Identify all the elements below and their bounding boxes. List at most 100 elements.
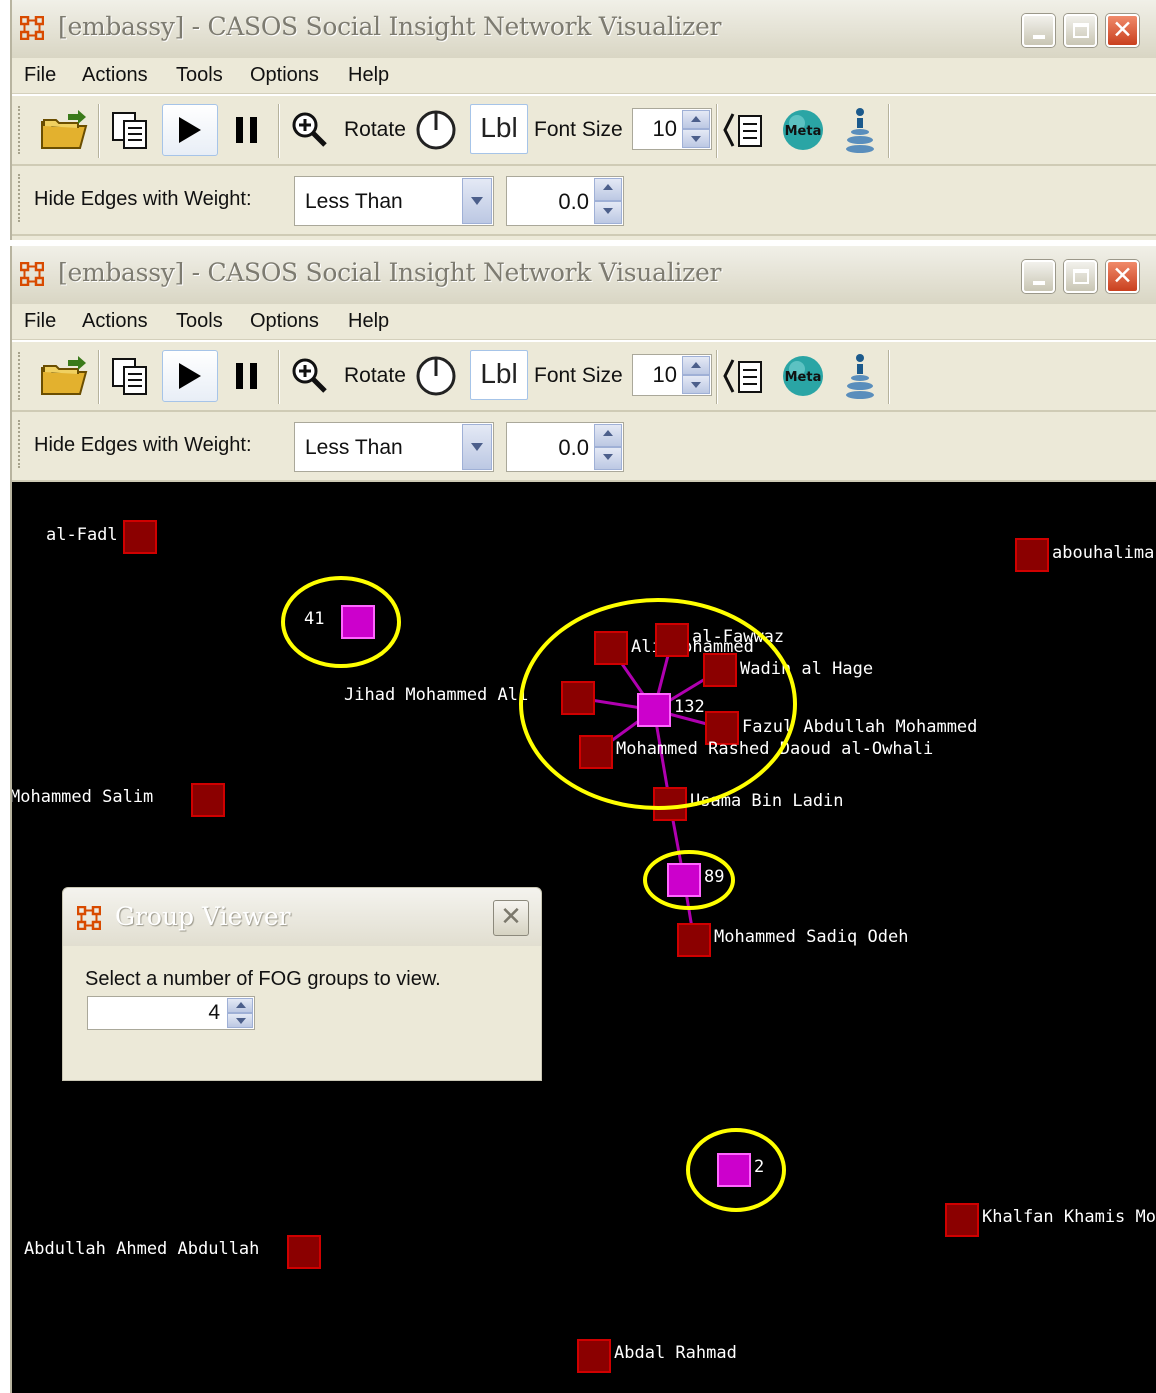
play-icon <box>179 363 201 389</box>
menu-actions[interactable]: Actions <box>82 310 148 333</box>
agent-node-square[interactable] <box>594 631 628 665</box>
font-size-down[interactable] <box>682 375 710 394</box>
agent-node-al-fadl[interactable]: al-Fadl <box>46 520 157 554</box>
menu-file[interactable]: File <box>24 310 56 333</box>
play-button[interactable] <box>162 350 218 402</box>
agent-node-square[interactable] <box>191 783 225 817</box>
font-size-up[interactable] <box>682 356 710 375</box>
toolbar-grip[interactable] <box>18 352 21 400</box>
agent-node-odeh[interactable]: Mohammed Sadiq Odeh <box>677 923 908 957</box>
toolbar-grip[interactable] <box>18 106 21 154</box>
font-size-stepper[interactable]: 10 <box>632 354 712 396</box>
open-button[interactable] <box>36 104 94 156</box>
toolbar-separator <box>716 350 718 404</box>
group-node-g89[interactable]: 89 <box>667 863 724 897</box>
agent-node-jihad[interactable]: Jihad Mohammed Ali <box>344 681 595 715</box>
copy-button[interactable] <box>104 104 156 156</box>
menu-tools[interactable]: Tools <box>176 64 223 87</box>
edge-weight-down[interactable] <box>594 201 622 224</box>
title-bar[interactable]: [embassy] - CASOS Social Insight Network… <box>12 0 1156 58</box>
menu-file[interactable]: File <box>24 64 56 87</box>
agent-node-square[interactable] <box>561 681 595 715</box>
agent-node-square[interactable] <box>123 520 157 554</box>
edge-weight-up[interactable] <box>594 178 622 201</box>
open-button[interactable] <box>36 350 94 402</box>
agent-node-square[interactable] <box>577 1339 611 1373</box>
agent-node-square[interactable] <box>703 653 737 687</box>
hide-edges-label: Hide Edges with Weight: <box>34 188 252 210</box>
agent-node-abouhalima[interactable]: abouhalima <box>1015 538 1154 572</box>
layout-button[interactable] <box>838 104 882 156</box>
edge-weight-comparison-select[interactable]: Less Than <box>294 422 494 472</box>
rotate-label: Rotate <box>344 364 406 387</box>
group-count-stepper[interactable]: 4 <box>87 996 255 1030</box>
agent-node-abdullah[interactable]: Abdullah Ahmed Abdullah <box>24 1235 321 1269</box>
group-count-down[interactable] <box>227 1013 253 1028</box>
meta-button[interactable]: Meta <box>776 104 830 156</box>
title-bar[interactable]: [embassy] - CASOS Social Insight Network… <box>12 246 1156 304</box>
agent-node-bin-ladin[interactable]: Usama Bin Ladin <box>653 787 844 821</box>
font-size-up[interactable] <box>682 110 710 129</box>
group-node-square[interactable] <box>341 605 375 639</box>
minimize-button[interactable] <box>1022 260 1055 293</box>
edge-weight-down[interactable] <box>594 447 622 470</box>
zoom-button[interactable] <box>288 104 332 156</box>
group-viewer-title-bar[interactable]: Group Viewer ✕ <box>63 888 541 946</box>
agent-node-square[interactable] <box>655 623 689 657</box>
agent-node-salim[interactable]: Mohammed Salim <box>12 783 225 817</box>
close-button[interactable]: ✕ <box>1106 260 1139 293</box>
agent-node-abdal[interactable]: Abdal Rahmad <box>577 1339 737 1373</box>
copy-button[interactable] <box>104 350 156 402</box>
chevron-down-icon[interactable] <box>462 424 492 470</box>
node-label: 132 <box>674 697 705 717</box>
group-count-up[interactable] <box>227 998 253 1013</box>
group-node-g41[interactable]: 41 <box>304 605 375 639</box>
agent-node-owhali[interactable]: Mohammed Rashed Daoud al-Owhali <box>579 735 933 769</box>
agent-node-square[interactable] <box>653 787 687 821</box>
rotate-dial[interactable] <box>410 104 462 156</box>
menu-actions[interactable]: Actions <box>82 64 148 87</box>
pause-button[interactable] <box>224 104 270 156</box>
menu-tools[interactable]: Tools <box>176 310 223 333</box>
group-node-g2[interactable]: 2 <box>717 1153 764 1187</box>
group-node-square[interactable] <box>717 1153 751 1187</box>
chevron-down-icon[interactable] <box>462 178 492 224</box>
maximize-button[interactable] <box>1064 260 1097 293</box>
filter-grip[interactable] <box>18 420 21 468</box>
font-size-stepper[interactable]: 10 <box>632 108 712 150</box>
edge-weight-up[interactable] <box>594 424 622 447</box>
meta-button[interactable]: Meta <box>776 350 830 402</box>
label-toggle-button[interactable]: Lbl <box>470 350 528 400</box>
zoom-button[interactable] <box>288 350 332 402</box>
group-node-square[interactable] <box>667 863 701 897</box>
menu-help[interactable]: Help <box>348 310 389 333</box>
group-node-square[interactable] <box>637 693 671 727</box>
edge-weight-comparison-select[interactable]: Less Than <box>294 176 494 226</box>
edge-weight-stepper[interactable]: 0.0 <box>506 176 624 226</box>
layout-button[interactable] <box>838 350 882 402</box>
menu-options[interactable]: Options <box>250 310 319 333</box>
close-button[interactable]: ✕ <box>1106 14 1139 47</box>
legend-button[interactable] <box>722 350 768 402</box>
filter-grip[interactable] <box>18 174 21 222</box>
minimize-button[interactable] <box>1022 14 1055 47</box>
agent-node-square[interactable] <box>677 923 711 957</box>
play-button[interactable] <box>162 104 218 156</box>
edge-weight-stepper[interactable]: 0.0 <box>506 422 624 472</box>
network-canvas[interactable]: al-Fadl abouhalima Ali Mohammed al-Fawwaz Wa… <box>12 482 1156 1393</box>
menu-help[interactable]: Help <box>348 64 389 87</box>
pause-button[interactable] <box>224 350 270 402</box>
group-viewer-close-button[interactable]: ✕ <box>493 900 529 936</box>
maximize-button[interactable] <box>1064 14 1097 47</box>
agent-node-square[interactable] <box>945 1203 979 1237</box>
agent-node-square[interactable] <box>1015 538 1049 572</box>
node-label: abouhalima <box>1052 543 1154 563</box>
agent-node-khalfan[interactable]: Khalfan Khamis Mohamed <box>945 1203 1156 1237</box>
rotate-dial[interactable] <box>410 350 462 402</box>
agent-node-square[interactable] <box>579 735 613 769</box>
menu-options[interactable]: Options <box>250 64 319 87</box>
agent-node-square[interactable] <box>287 1235 321 1269</box>
label-toggle-button[interactable]: Lbl <box>470 104 528 154</box>
legend-button[interactable] <box>722 104 768 156</box>
font-size-down[interactable] <box>682 129 710 148</box>
